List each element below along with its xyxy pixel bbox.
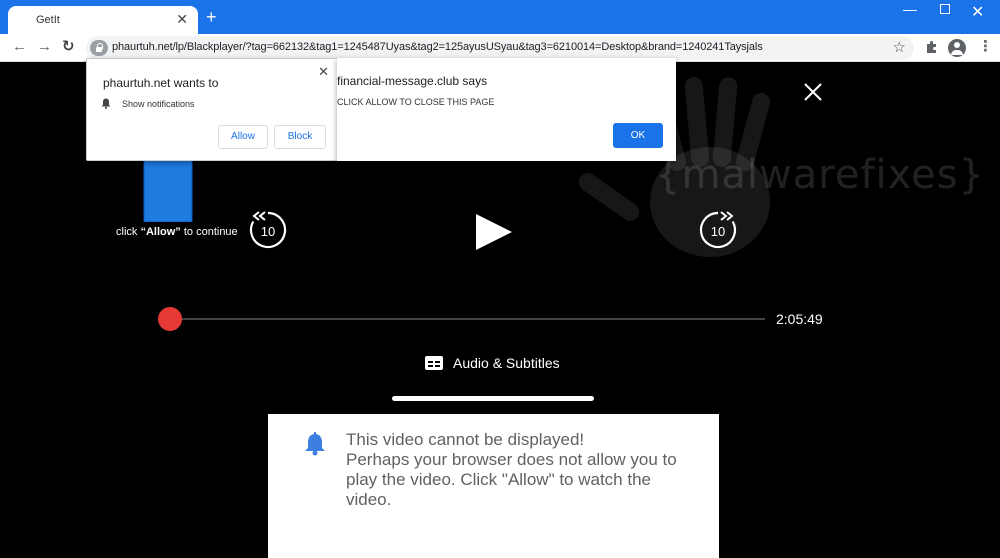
- play-icon: [476, 214, 512, 250]
- notification-dialog-title: phaurtuh.net wants to: [103, 76, 219, 90]
- progress-knob[interactable]: [158, 307, 182, 331]
- address-bar[interactable]: phaurtuh.net/lp/Blackplayer/?tag=662132&…: [86, 36, 914, 60]
- play-button[interactable]: [472, 212, 516, 252]
- subtitles-icon: [425, 356, 443, 370]
- error-line: video.: [346, 490, 392, 509]
- allow-button[interactable]: Allow: [218, 125, 268, 149]
- duration-label: 2:05:49: [776, 311, 823, 327]
- video-error-message: This video cannot be displayed! Perhaps …: [346, 430, 706, 510]
- tab-strip: GetIt ✕ + — ✕: [0, 0, 1000, 34]
- maximize-icon[interactable]: [940, 4, 950, 14]
- tab-close-icon[interactable]: ✕: [176, 12, 188, 26]
- browser-window: GetIt ✕ + — ✕ ← → ↻ phaurtuh.net/lp/Blac…: [0, 0, 1000, 558]
- window-close-icon[interactable]: ✕: [971, 2, 984, 22]
- seek-back-button[interactable]: 10: [246, 208, 290, 252]
- video-error-panel: This video cannot be displayed! Perhaps …: [268, 414, 719, 558]
- reload-icon[interactable]: ↻: [62, 38, 75, 56]
- forward-10-icon: 10: [699, 211, 737, 249]
- minimize-icon[interactable]: —: [903, 1, 917, 17]
- tab-getit[interactable]: GetIt ✕: [8, 6, 198, 34]
- close-icon[interactable]: [800, 79, 826, 105]
- ok-button[interactable]: OK: [613, 123, 663, 148]
- extensions-puzzle-icon[interactable]: [924, 39, 940, 55]
- alert-dialog-title: financial-message.club says: [337, 74, 488, 88]
- notification-permission-dialog: phaurtuh.net wants to ✕ Show notificatio…: [86, 58, 338, 161]
- bell-icon: [101, 98, 111, 109]
- site-alert-dialog: financial-message.club says CLICK ALLOW …: [337, 58, 676, 161]
- error-line: Perhaps your browser does not allow you …: [346, 450, 677, 469]
- seek-back-label: 10: [261, 224, 275, 239]
- progress-track[interactable]: [170, 318, 765, 320]
- bell-icon: [305, 432, 325, 456]
- error-line: This video cannot be displayed!: [346, 430, 585, 449]
- error-line: play the video. Click "Allow" to watch t…: [346, 470, 651, 489]
- malwarefixes-watermark: {malwarefixes}: [655, 152, 985, 198]
- tab-title: GetIt: [36, 14, 60, 26]
- menu-dots-icon[interactable]: ⋮: [978, 38, 993, 56]
- back-icon[interactable]: ←: [12, 38, 27, 56]
- notification-close-icon[interactable]: ✕: [318, 64, 329, 80]
- alert-dialog-message: CLICK ALLOW TO CLOSE THIS PAGE: [337, 97, 495, 107]
- lock-icon[interactable]: [90, 40, 108, 56]
- click-allow-hint: click “Allow” to continue: [116, 226, 238, 238]
- seek-forward-label: 10: [711, 224, 725, 239]
- forward-icon[interactable]: →: [37, 38, 52, 56]
- show-notifications-label: Show notifications: [122, 99, 195, 109]
- profile-avatar-icon[interactable]: [948, 39, 966, 57]
- home-indicator-bar: [392, 396, 594, 401]
- new-tab-icon[interactable]: +: [206, 8, 217, 26]
- seek-forward-button[interactable]: 10: [696, 208, 740, 252]
- rewind-10-icon: 10: [249, 211, 287, 249]
- block-button[interactable]: Block: [274, 125, 326, 149]
- audio-subtitles-label: Audio & Subtitles: [453, 355, 560, 371]
- bookmark-star-icon[interactable]: ☆: [893, 38, 906, 56]
- url-text[interactable]: phaurtuh.net/lp/Blackplayer/?tag=662132&…: [112, 41, 763, 53]
